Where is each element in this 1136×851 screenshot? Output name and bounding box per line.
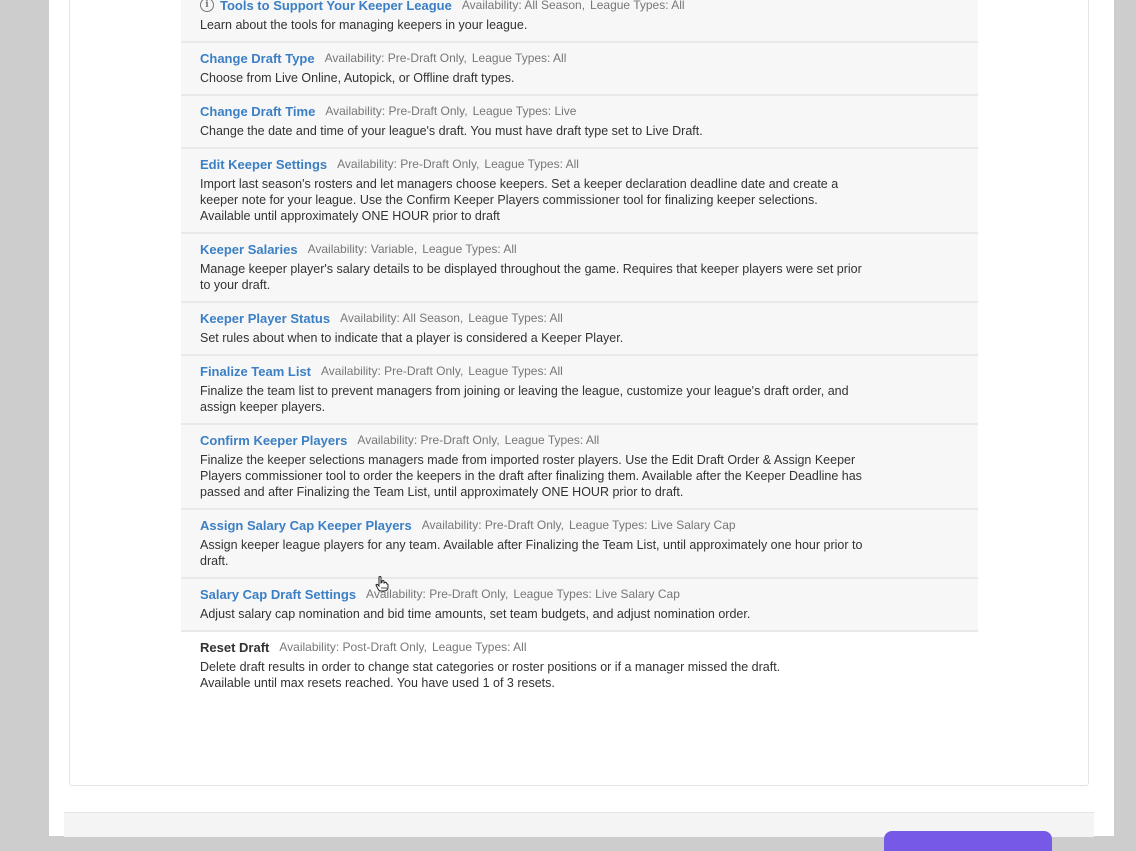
list-item: Confirm Keeper Players Availability: Pre…	[181, 425, 978, 510]
league-types-label: League Types: All	[504, 433, 600, 447]
availability-label: Availability: All Season,	[340, 311, 464, 325]
list-item: Keeper Salaries Availability: Variable, L…	[181, 234, 978, 303]
availability-label: Availability: All Season,	[461, 0, 586, 12]
list-item: Edit Keeper Settings Availability: Pre-D…	[181, 149, 978, 234]
tool-link-finalize-team-list[interactable]: Finalize Team List	[200, 364, 311, 379]
tool-link-edit-keeper-settings[interactable]: Edit Keeper Settings	[200, 157, 327, 172]
tool-link-assign-salary-cap-keeper-players[interactable]: Assign Salary Cap Keeper Players	[200, 518, 412, 533]
list-item: Keeper Player Status Availability: All S…	[181, 303, 978, 356]
primary-action-button[interactable]	[884, 831, 1052, 851]
league-types-label: League Types: All	[431, 640, 527, 654]
tool-description: Import last season's rosters and let man…	[200, 177, 839, 223]
tool-description: Set rules about when to indicate that a …	[200, 331, 624, 345]
league-types-label: League Types: Live	[472, 104, 577, 118]
availability-label: Availability: Pre-Draft Only,	[324, 51, 467, 65]
hand-pointer-cursor-icon	[375, 576, 389, 592]
list-item: Finalize Team List Availability: Pre-Dra…	[181, 356, 978, 425]
league-types-label: League Types: Live Salary Cap	[569, 518, 736, 532]
availability-label: Availability: Pre-Draft Only,	[325, 104, 468, 118]
list-item-disabled: Reset Draft Availability: Post-Draft Onl…	[181, 632, 978, 699]
availability-label: Availability: Pre-Draft Only,	[321, 364, 464, 378]
draft-tools-card: i Tools to Support Your Keeper League Av…	[69, 0, 1089, 786]
league-types-label: League Types: All	[422, 242, 517, 256]
tool-description: Learn about the tools for managing keepe…	[200, 18, 528, 32]
availability-label: Availability: Pre-Draft Only,	[337, 157, 480, 171]
tool-link-keeper-league-tools[interactable]: Tools to Support Your Keeper League	[220, 0, 452, 13]
tool-title-reset-draft: Reset Draft	[200, 639, 270, 655]
tool-link-change-draft-time[interactable]: Change Draft Time	[200, 104, 315, 119]
availability-label: Availability: Pre-Draft Only,	[357, 433, 500, 447]
tool-description: Choose from Live Online, Autopick, or Of…	[200, 71, 515, 85]
tool-description: Manage keeper player's salary details to…	[200, 262, 862, 292]
tool-description: Assign keeper league players for any tea…	[200, 538, 863, 568]
commissioner-tools-modal: i Tools to Support Your Keeper League Av…	[49, 0, 1114, 851]
availability-label: Availability: Post-Draft Only,	[279, 640, 427, 654]
league-types-label: League Types: All	[471, 51, 567, 65]
list-item: Assign Salary Cap Keeper Players Availab…	[181, 510, 978, 579]
list-item: Salary Cap Draft Settings Availability: …	[181, 579, 978, 632]
availability-label: Availability: Variable,	[307, 242, 418, 256]
tool-description-resets: Available until max resets reached. You …	[200, 676, 555, 690]
modal-footer	[64, 812, 1094, 851]
league-types-label: League Types: All	[484, 157, 579, 171]
tool-description: Finalize the team list to prevent manage…	[200, 384, 849, 414]
tool-description: Adjust salary cap nomination and bid tim…	[200, 607, 751, 621]
tool-link-keeper-player-status[interactable]: Keeper Player Status	[200, 311, 330, 326]
league-types-label: League Types: All	[468, 364, 563, 378]
league-types-label: League Types: All	[590, 0, 685, 12]
tool-link-confirm-keeper-players[interactable]: Confirm Keeper Players	[200, 433, 347, 448]
tool-description: Finalize the keeper selections managers …	[200, 453, 862, 499]
tool-link-keeper-salaries[interactable]: Keeper Salaries	[200, 242, 298, 257]
tool-link-salary-cap-draft-settings[interactable]: Salary Cap Draft Settings	[200, 587, 356, 602]
list-item: i Tools to Support Your Keeper League Av…	[181, 0, 978, 43]
league-types-label: League Types: All	[468, 311, 563, 325]
info-icon: i	[200, 0, 214, 12]
tools-list: i Tools to Support Your Keeper League Av…	[181, 0, 978, 699]
availability-label: Availability: Pre-Draft Only,	[421, 518, 564, 532]
tool-description: Change the date and time of your league'…	[200, 124, 703, 138]
list-item: Change Draft Time Availability: Pre-Draf…	[181, 96, 978, 149]
tool-description: Delete draft results in order to change …	[200, 660, 781, 674]
league-types-label: League Types: Live Salary Cap	[513, 587, 680, 601]
list-item: Change Draft Type Availability: Pre-Draf…	[181, 43, 978, 96]
tool-link-change-draft-type[interactable]: Change Draft Type	[200, 51, 315, 66]
